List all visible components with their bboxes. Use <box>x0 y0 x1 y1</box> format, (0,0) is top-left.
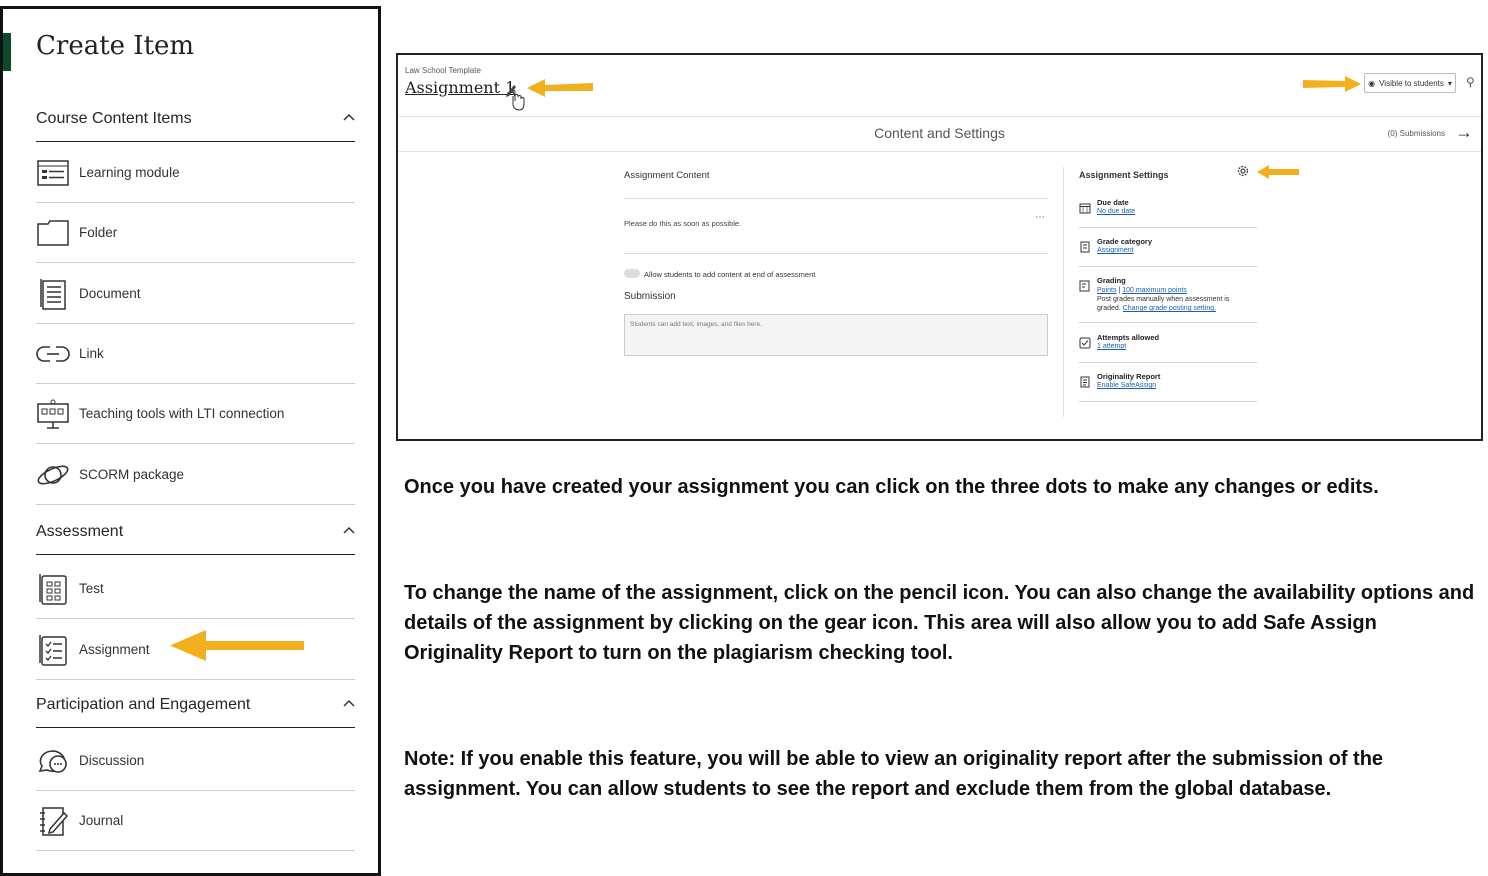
section-label: Participation and Engagement <box>36 695 251 713</box>
folder-icon <box>36 216 70 250</box>
item-label: Learning module <box>79 165 180 180</box>
setting-title: Grading <box>1097 276 1126 285</box>
lti-icon <box>36 397 70 431</box>
item-discussion[interactable]: Discussion <box>36 731 355 791</box>
journal-icon <box>36 804 70 838</box>
grading-text: Post grades manually when assessment is <box>1097 296 1230 303</box>
setting-originality: Originality Report Enable SafeAssign <box>1079 372 1257 402</box>
arrow-icon <box>527 79 593 97</box>
item-scorm[interactable]: SCORM package <box>36 445 355 505</box>
learning-module-icon <box>36 156 70 190</box>
assignment-title[interactable]: Assignment 1 <box>405 78 515 97</box>
setting-due-date: Due date No due date <box>1079 198 1257 228</box>
caret-down-icon: ▾ <box>1447 78 1452 88</box>
item-label: Discussion <box>79 753 145 768</box>
section-assessment[interactable]: Assessment <box>36 509 355 555</box>
separator: | <box>1118 287 1121 294</box>
report-icon <box>1080 376 1090 388</box>
divider <box>1063 167 1064 417</box>
setting-attempts: Attempts allowed 1 attempt <box>1079 333 1257 363</box>
content-text[interactable]: Please do this as soon as possible. <box>624 219 741 228</box>
test-icon <box>36 572 70 606</box>
item-label: Folder <box>79 225 118 240</box>
grading-icon <box>1079 280 1090 292</box>
submission-field[interactable]: Students can add text, images, and files… <box>624 314 1048 356</box>
section-label: Course Content Items <box>36 109 192 127</box>
arrow-right-icon[interactable]: → <box>1455 122 1473 143</box>
submission-placeholder: Students can add text, images, and files… <box>630 321 762 328</box>
header-title: Content and Settings <box>874 125 1005 141</box>
more-options-icon[interactable]: ⋯ <box>1035 212 1045 223</box>
item-label: Journal <box>79 813 124 828</box>
assignment-settings-title: Assignment Settings <box>1079 170 1169 180</box>
item-label: Assignment <box>79 642 150 657</box>
pencil-icon[interactable] <box>505 82 527 112</box>
item-label: Test <box>79 581 104 596</box>
arrow-icon <box>1303 76 1361 92</box>
discussion-icon <box>36 744 70 778</box>
create-item-panel: Create Item Course Content Items Learnin… <box>0 6 381 876</box>
due-date-link[interactable]: No due date <box>1097 208 1135 215</box>
title-accent-bar <box>3 33 11 71</box>
arrow-icon <box>1257 165 1299 179</box>
calendar-icon <box>1079 203 1091 214</box>
link-icon <box>36 337 70 371</box>
change-posting-link[interactable]: Change grade posting setting. <box>1123 305 1216 312</box>
paragraph: To change the name of the assignment, cl… <box>404 582 1475 664</box>
item-label: Document <box>79 286 141 301</box>
item-folder[interactable]: Folder <box>36 203 355 263</box>
paragraph: Once you have created your assignment yo… <box>404 476 1379 498</box>
setting-title: Grade category <box>1097 237 1153 246</box>
setting-title: Due date <box>1097 198 1129 207</box>
setting-title: Attempts allowed <box>1097 333 1160 342</box>
item-link[interactable]: Link <box>36 324 355 384</box>
section-participation[interactable]: Participation and Engagement <box>36 682 355 728</box>
paragraph: Note: If you enable this feature, you wi… <box>404 748 1384 800</box>
key-icon[interactable]: ⚲ <box>1466 75 1475 89</box>
item-label: Link <box>79 346 104 361</box>
breadcrumb[interactable]: Law School Template <box>405 66 481 75</box>
assignment-content-label: Assignment Content <box>624 170 710 181</box>
assignment-icon <box>36 633 70 667</box>
eye-icon: ◉ <box>1368 78 1376 88</box>
toggle-label: Allow students to add content at end of … <box>644 270 816 279</box>
section-course-content-items[interactable]: Course Content Items <box>36 96 355 142</box>
setting-grading: Grading Points | 100 maximum points Post… <box>1079 276 1257 323</box>
grade-category-link[interactable]: Assignment <box>1097 247 1134 254</box>
grade-category-icon <box>1080 241 1090 253</box>
section-label: Assessment <box>36 522 124 540</box>
gear-icon[interactable] <box>1236 164 1250 178</box>
setting-title: Originality Report <box>1097 372 1161 381</box>
panel-title: Create Item <box>36 31 195 61</box>
item-learning-module[interactable]: Learning module <box>36 143 355 203</box>
content-settings-header: Content and Settings (0) Submissions → <box>398 116 1481 152</box>
chevron-up-icon[interactable] <box>343 526 355 538</box>
chevron-up-icon[interactable] <box>343 113 355 125</box>
item-label: SCORM package <box>79 467 185 482</box>
allow-content-toggle[interactable] <box>624 269 640 278</box>
item-label: Teaching tools with LTI connection <box>79 406 285 421</box>
submissions-link[interactable]: (0) Submissions <box>1388 129 1445 138</box>
item-test[interactable]: Test <box>36 559 355 619</box>
item-journal[interactable]: Journal <box>36 791 355 851</box>
item-document[interactable]: Document <box>36 264 355 324</box>
divider <box>624 253 1048 254</box>
assignment-screenshot: Law School Template Assignment 1 ◉ Visib… <box>396 53 1483 441</box>
submission-label: Submission <box>624 291 676 302</box>
arrow-icon <box>170 630 304 661</box>
divider <box>624 198 1048 199</box>
item-lti[interactable]: Teaching tools with LTI connection <box>36 384 355 444</box>
attempts-link[interactable]: 1 attempt <box>1097 343 1126 350</box>
setting-grade-category: Grade category Assignment <box>1079 237 1257 267</box>
visibility-label: Visible to students <box>1379 78 1444 88</box>
checkbox-icon <box>1079 337 1091 349</box>
enable-safeassign-link[interactable]: Enable SafeAssign <box>1097 382 1156 389</box>
document-icon <box>36 277 70 311</box>
grading-text: graded. <box>1097 305 1121 312</box>
visibility-dropdown[interactable]: ◉ Visible to students ▾ <box>1364 73 1456 93</box>
scorm-icon <box>36 458 70 492</box>
points-link[interactable]: Points <box>1097 287 1116 294</box>
max-points-link[interactable]: 100 maximum points <box>1122 287 1187 294</box>
chevron-up-icon[interactable] <box>343 699 355 711</box>
